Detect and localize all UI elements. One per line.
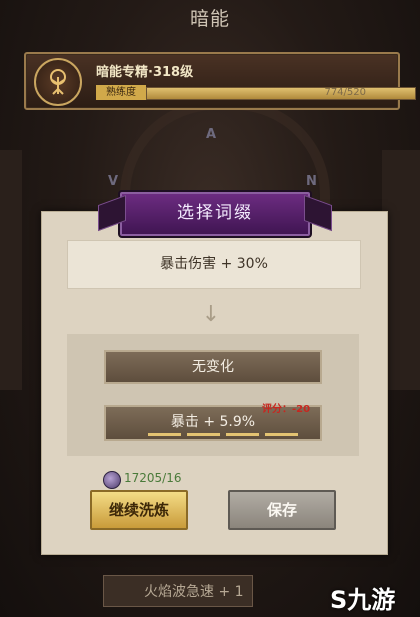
quality-tick [265,433,298,436]
quality-tick [226,433,259,436]
modal-title: 选择词缀 [177,203,253,223]
score-text: 评分：-20 [262,404,311,415]
proficiency-label: 熟练度 [96,85,146,100]
modal-header: 选择词缀 [98,190,332,238]
continue-refine-button[interactable]: 继续洗炼 [90,490,188,530]
spec-panel: 暗能专精·318级 熟练度 774/520 [24,52,416,110]
background-pillar-left [0,150,22,390]
proficiency-text: 774/520 [324,87,366,98]
save-button[interactable]: 保存 [228,490,336,530]
quality-ticks [148,433,298,436]
bottom-affix-bar[interactable]: 火焰波急速 + 1 [103,575,253,607]
current-affix-text: 暴击伤害 + 30% [160,256,268,272]
rune-glyph: A [206,127,217,142]
spec-title: 暗能专精·318级 [96,65,194,80]
rune-glyph: V [108,174,119,189]
gem-icon [103,471,121,489]
cost-text: 17205/16 [124,471,182,485]
option-no-change-button[interactable]: 无变化 [104,350,322,384]
watermark-text: 九游 [347,586,396,614]
quality-tick [148,433,181,436]
page-title: 暗能 [189,8,230,30]
watermark-logo: S九游 [330,580,395,615]
quality-tick [187,433,220,436]
current-affix: 暴击伤害 + 30% [67,240,361,289]
rune-glyph: N [306,174,317,189]
option-crit-label: 暴击 + 5.9% [170,414,256,430]
watermark-s-icon: S [330,586,348,614]
tree-emblem-icon [34,58,82,106]
down-arrow-icon: ↓ [201,302,221,327]
